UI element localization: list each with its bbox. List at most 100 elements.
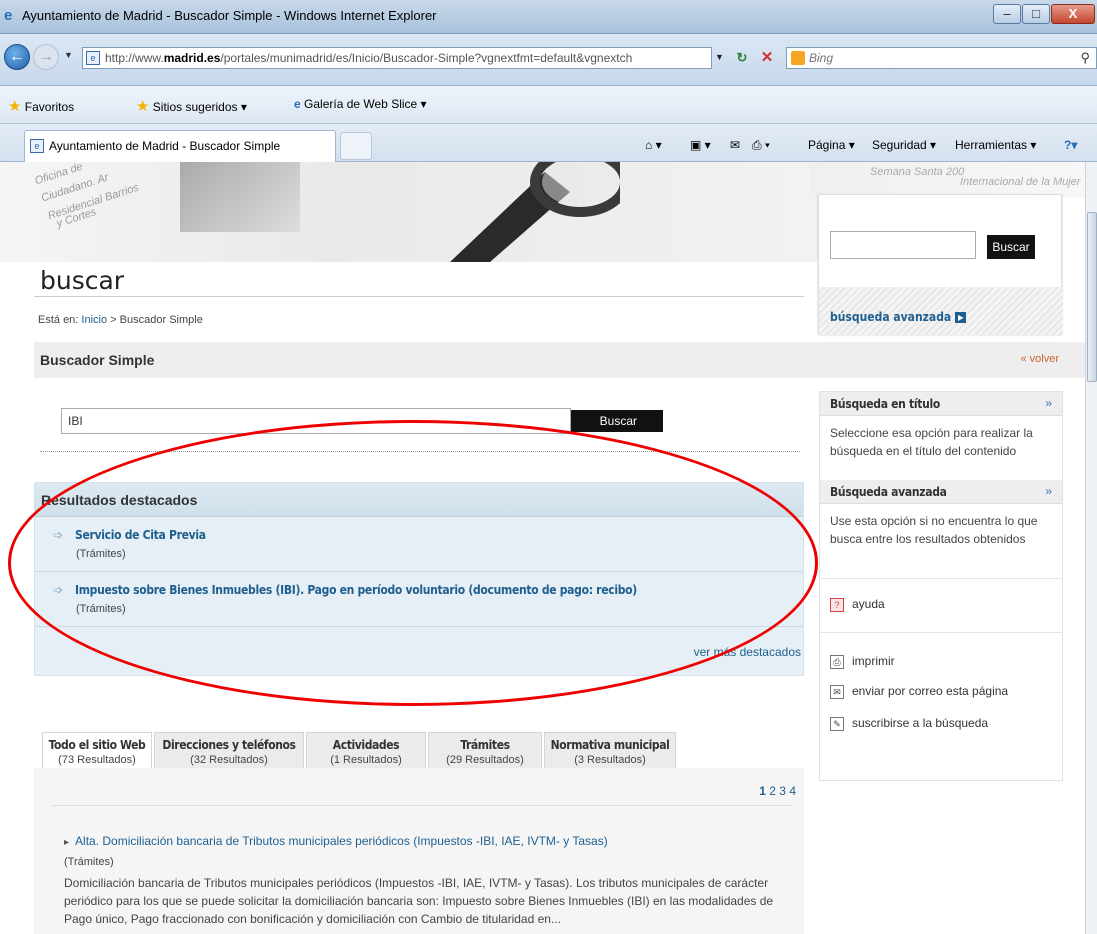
double-chevron-right-icon[interactable]: » bbox=[1045, 396, 1052, 410]
tab-count: (32 Resultados) bbox=[190, 754, 268, 766]
scrollbar-thumb[interactable] bbox=[1087, 212, 1097, 382]
banner-right: Semana Santa 200 Internacional de la Muj… bbox=[810, 162, 1085, 198]
page-title: buscar bbox=[40, 266, 125, 295]
search-button[interactable]: Buscar bbox=[571, 410, 663, 432]
double-chevron-right-icon[interactable]: » bbox=[1045, 484, 1052, 498]
result-title-link[interactable]: Alta. Domiciliación bancaria de Tributos… bbox=[64, 834, 608, 848]
ie-page-icon: e bbox=[294, 97, 301, 111]
divider bbox=[820, 578, 1062, 579]
double-chevron-left-icon: « bbox=[1020, 353, 1027, 365]
security-menu[interactable]: Seguridad ▾ bbox=[872, 138, 936, 152]
close-window-button[interactable]: X bbox=[1051, 4, 1095, 24]
breadcrumb-separator: > bbox=[110, 314, 117, 326]
maximize-button[interactable]: □ bbox=[1022, 4, 1050, 24]
featured-title: Resultados destacados bbox=[41, 492, 198, 508]
browser-tab-bar: e Ayuntamiento de Madrid - Buscador Simp… bbox=[0, 124, 1097, 162]
tab-count: (29 Resultados) bbox=[446, 754, 524, 766]
browser-search-input[interactable] bbox=[809, 50, 1059, 66]
browser-tab-label: Ayuntamiento de Madrid - Buscador Simple bbox=[49, 139, 281, 153]
advanced-search-header[interactable]: Búsqueda avanzada » bbox=[820, 480, 1062, 504]
result-description: Domiciliación bancaria de Tributos munic… bbox=[64, 876, 774, 926]
feeds-icon[interactable]: ▣ ▾ bbox=[690, 138, 711, 152]
section-header: Buscador Simple « volver bbox=[34, 342, 1085, 378]
tab-addresses-phones[interactable]: Direcciones y teléfonos (32 Resultados) bbox=[154, 732, 304, 768]
tab-all-site[interactable]: Todo el sitio Web (73 Resultados) bbox=[42, 732, 152, 768]
tab-municipal-regulations[interactable]: Normativa municipal (3 Resultados) bbox=[544, 732, 676, 768]
more-featured-link[interactable]: ver más destacados bbox=[694, 645, 801, 659]
history-dropdown-icon[interactable]: ▼ bbox=[64, 50, 73, 60]
refresh-icon[interactable]: ↻ bbox=[732, 48, 752, 68]
featured-item-link[interactable]: Servicio de Cita Previa bbox=[75, 528, 206, 542]
back-link[interactable]: « volver bbox=[1020, 353, 1059, 365]
tools-menu[interactable]: Herramientas ▾ bbox=[955, 138, 1036, 152]
new-tab-button[interactable] bbox=[340, 132, 372, 160]
quick-search-input[interactable] bbox=[830, 231, 976, 259]
page-icon: e bbox=[86, 51, 100, 65]
divider bbox=[820, 632, 1062, 633]
tab-label: Trámites bbox=[460, 738, 510, 752]
advanced-search-link[interactable]: búsqueda avanzada ▶ bbox=[830, 310, 967, 324]
featured-item: ➩ Servicio de Cita Previa (Trámites) bbox=[35, 518, 803, 572]
tab-label: Actividades bbox=[332, 738, 400, 752]
url-dropdown-icon[interactable]: ▼ bbox=[715, 52, 724, 62]
print-icon[interactable]: ⎙ ▾ bbox=[752, 138, 770, 153]
magnifying-glass-image bbox=[450, 162, 620, 262]
subscribe-search-link[interactable]: ✎ suscribirse a la búsqueda bbox=[830, 716, 988, 731]
dotted-divider bbox=[40, 451, 800, 452]
suggested-sites-button[interactable]: ★ Sitios sugeridos ▾ bbox=[136, 97, 247, 115]
tab-count: (3 Resultados) bbox=[574, 754, 646, 766]
home-icon[interactable]: ⌂ ▾ bbox=[645, 138, 662, 152]
featured-item-link[interactable]: Impuesto sobre Bienes Inmuebles (IBI). P… bbox=[75, 583, 637, 597]
featured-item-category: (Trámites) bbox=[76, 548, 126, 560]
browser-search-box[interactable]: ⚲ bbox=[786, 47, 1097, 69]
bing-icon bbox=[791, 51, 805, 65]
url-text[interactable]: http://www.madrid.es/portales/munimadrid… bbox=[105, 51, 705, 65]
favorites-button[interactable]: ★ Favoritos bbox=[8, 97, 74, 115]
address-toolbar: ← → ▼ e http://www.madrid.es/portales/mu… bbox=[0, 34, 1097, 86]
breadcrumb-prefix: Está en: bbox=[38, 314, 79, 326]
add-favorite-icon: ★ bbox=[136, 98, 150, 115]
page-menu[interactable]: Página ▾ bbox=[808, 138, 855, 152]
address-field[interactable]: e http://www.madrid.es/portales/munimadr… bbox=[82, 47, 712, 69]
banner-photo bbox=[180, 162, 300, 232]
email-page-link[interactable]: ✉ enviar por correo esta página bbox=[830, 684, 1008, 699]
browser-tab-active[interactable]: e Ayuntamiento de Madrid - Buscador Simp… bbox=[24, 130, 336, 162]
tab-activities[interactable]: Actividades (1 Resultados) bbox=[306, 732, 426, 768]
mail-icon[interactable]: ✉ bbox=[730, 138, 740, 152]
advanced-search-text: Use esta opción si no encuentra lo que b… bbox=[830, 514, 1038, 546]
result-tabs: Todo el sitio Web (73 Resultados) Direcc… bbox=[34, 732, 804, 768]
breadcrumb-home-link[interactable]: Inicio bbox=[81, 314, 107, 326]
pagination: 1 2 3 4 bbox=[759, 784, 796, 798]
quick-search-button[interactable]: Buscar bbox=[987, 235, 1035, 259]
page-links[interactable]: 2 3 4 bbox=[769, 784, 796, 798]
print-link[interactable]: ⎙ imprimir bbox=[830, 654, 895, 669]
vertical-scrollbar[interactable] bbox=[1085, 162, 1097, 934]
page-favicon-icon: e bbox=[30, 139, 44, 153]
search-options-sidebar: Búsqueda en título » Seleccione esa opci… bbox=[819, 391, 1063, 781]
printer-icon: ⎙ bbox=[830, 654, 844, 669]
email-icon: ✉ bbox=[830, 684, 844, 699]
window-titlebar: e Ayuntamiento de Madrid - Buscador Simp… bbox=[0, 0, 1097, 34]
title-search-header[interactable]: Búsqueda en título » bbox=[820, 392, 1062, 416]
header-banner: Oficina de Ciudadano. Ar Residencial Bar… bbox=[0, 162, 820, 262]
help-icon: ? bbox=[830, 597, 844, 612]
search-input[interactable] bbox=[61, 408, 571, 434]
back-button[interactable]: ← bbox=[4, 44, 30, 70]
internet-explorer-icon: e bbox=[4, 7, 13, 24]
section-title: Buscador Simple bbox=[40, 352, 155, 368]
web-slice-gallery-button[interactable]: e Galería de Web Slice ▾ bbox=[294, 97, 427, 111]
page-current[interactable]: 1 bbox=[759, 784, 766, 798]
stop-icon[interactable]: ✕ bbox=[757, 48, 777, 68]
tab-label: Todo el sitio Web bbox=[48, 738, 146, 752]
tab-label: Direcciones y teléfonos bbox=[162, 738, 296, 752]
page-viewport: Oficina de Ciudadano. Ar Residencial Bar… bbox=[0, 162, 1085, 934]
banner-right-text: Semana Santa 200 bbox=[870, 166, 965, 178]
forward-button[interactable]: → bbox=[33, 44, 59, 70]
minimize-button[interactable]: – bbox=[993, 4, 1021, 24]
search-icon[interactable]: ⚲ bbox=[1080, 50, 1090, 66]
featured-item: ➩ Impuesto sobre Bienes Inmuebles (IBI).… bbox=[35, 573, 803, 627]
help-icon[interactable]: ?▾ bbox=[1064, 138, 1077, 152]
tab-procedures[interactable]: Trámites (29 Resultados) bbox=[428, 732, 542, 768]
help-link[interactable]: ? ayuda bbox=[830, 597, 885, 612]
divider bbox=[52, 805, 792, 806]
